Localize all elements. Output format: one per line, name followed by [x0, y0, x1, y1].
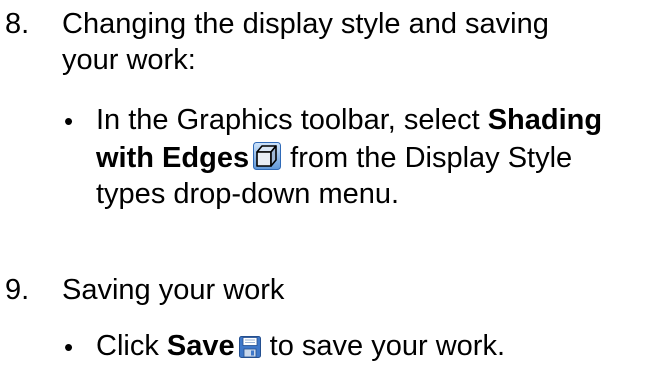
bullet-text-segment: to save your work.	[261, 330, 505, 362]
bullet-text-segment: from the Display Style	[282, 142, 573, 174]
button-name: Save	[166, 330, 235, 362]
step-title-line: your work:	[62, 44, 196, 76]
bullet-text-segment: Click	[96, 330, 167, 362]
bullet-text-line: Click Save to save your work.	[96, 328, 505, 367]
bullet-text-line: types drop-down menu.	[96, 178, 400, 210]
save-floppy-icon-graphic	[238, 336, 261, 358]
bullet-marker: •	[64, 332, 74, 362]
menu-option-name: Shading	[487, 104, 603, 136]
step-number: 9.	[5, 274, 30, 306]
shaded-cube-icon-graphic	[253, 142, 282, 170]
menu-option-name: with Edges	[96, 142, 250, 174]
bullet-text-segment: In the Graphics toolbar, select	[96, 104, 488, 136]
shaded-cube-icon	[253, 142, 282, 179]
bullet-text-line: In the Graphics toolbar, select Shading	[96, 102, 602, 138]
step-title-line: Saving your work	[62, 274, 285, 306]
save-floppy-icon	[238, 331, 261, 367]
step-title-line: Changing the display style and saving	[62, 8, 549, 40]
bullet-marker: •	[64, 106, 74, 136]
step-number: 8.	[5, 8, 30, 40]
bullet-text-line: with Edges from the Display Style	[96, 140, 572, 179]
